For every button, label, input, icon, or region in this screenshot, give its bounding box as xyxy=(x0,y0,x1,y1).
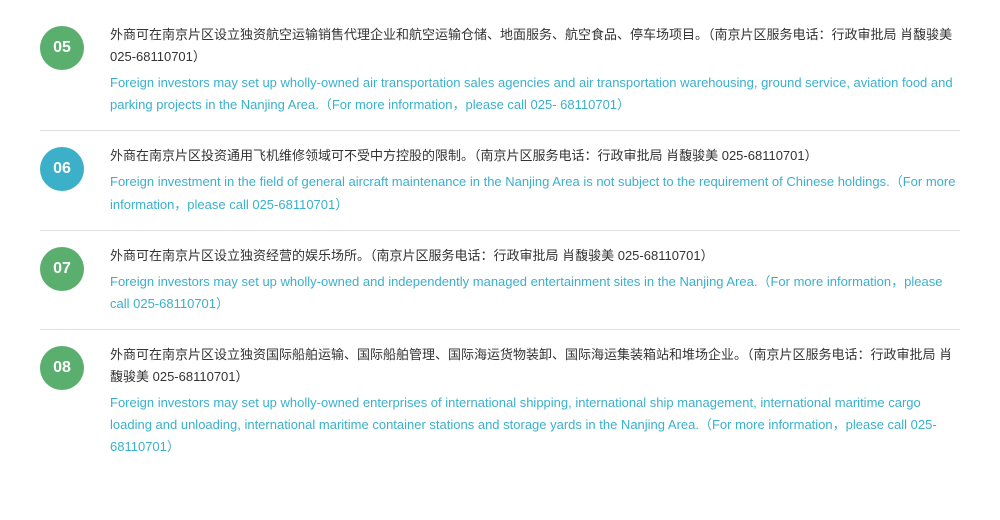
english-text-06: Foreign investment in the field of gener… xyxy=(110,171,960,215)
badge-05: 05 xyxy=(40,26,84,70)
content-05: 外商可在南京片区设立独资航空运输销售代理企业和航空运输仓储、地面服务、航空食品、… xyxy=(110,24,960,116)
main-container: 05 外商可在南京片区设立独资航空运输销售代理企业和航空运输仓储、地面服务、航空… xyxy=(0,0,1000,482)
badge-wrap-07: 07 xyxy=(40,245,92,291)
badge-07: 07 xyxy=(40,247,84,291)
content-07: 外商可在南京片区设立独资经营的娱乐场所。（南京片区服务电话：行政审批局 肖馥骏美… xyxy=(110,245,960,315)
english-text-08: Foreign investors may set up wholly-owne… xyxy=(110,392,960,458)
badge-06: 06 xyxy=(40,147,84,191)
english-text-07: Foreign investors may set up wholly-owne… xyxy=(110,271,960,315)
content-06: 外商在南京片区投资通用飞机维修领域可不受中方控股的限制。（南京片区服务电话：行政… xyxy=(110,145,960,215)
chinese-text-06: 外商在南京片区投资通用飞机维修领域可不受中方控股的限制。（南京片区服务电话：行政… xyxy=(110,145,960,167)
badge-wrap-05: 05 xyxy=(40,24,92,70)
chinese-text-07: 外商可在南京片区设立独资经营的娱乐场所。（南京片区服务电话：行政审批局 肖馥骏美… xyxy=(110,245,960,267)
badge-wrap-06: 06 xyxy=(40,145,92,191)
chinese-text-05: 外商可在南京片区设立独资航空运输销售代理企业和航空运输仓储、地面服务、航空食品、… xyxy=(110,24,960,68)
list-item: 05 外商可在南京片区设立独资航空运输销售代理企业和航空运输仓储、地面服务、航空… xyxy=(40,10,960,131)
chinese-text-08: 外商可在南京片区设立独资国际船舶运输、国际船舶管理、国际海运货物装卸、国际海运集… xyxy=(110,344,960,388)
list-item: 07 外商可在南京片区设立独资经营的娱乐场所。（南京片区服务电话：行政审批局 肖… xyxy=(40,231,960,330)
list-item: 06 外商在南京片区投资通用飞机维修领域可不受中方控股的限制。（南京片区服务电话… xyxy=(40,131,960,230)
english-text-05: Foreign investors may set up wholly-owne… xyxy=(110,72,960,116)
content-08: 外商可在南京片区设立独资国际船舶运输、国际船舶管理、国际海运货物装卸、国际海运集… xyxy=(110,344,960,458)
badge-wrap-08: 08 xyxy=(40,344,92,390)
badge-08: 08 xyxy=(40,346,84,390)
list-item: 08 外商可在南京片区设立独资国际船舶运输、国际船舶管理、国际海运货物装卸、国际… xyxy=(40,330,960,472)
